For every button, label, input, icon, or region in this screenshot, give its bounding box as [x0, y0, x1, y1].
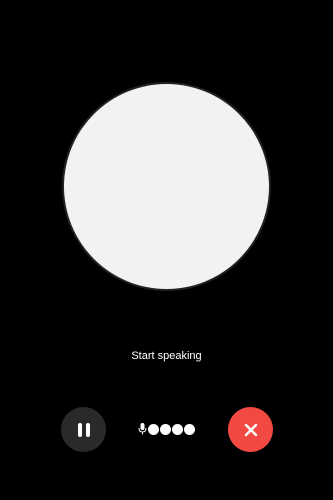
microphone-icon: [138, 423, 147, 435]
end-call-button[interactable]: [228, 407, 273, 452]
audio-level-dot: [184, 423, 195, 435]
audio-level-dot: [148, 423, 159, 435]
status-text: Start speaking: [131, 350, 202, 362]
pause-bar-left: [77, 422, 82, 437]
close-icon: [244, 423, 257, 436]
audio-level-dot: [160, 423, 171, 435]
audio-level-indicator: [138, 423, 195, 435]
call-controls: [0, 407, 333, 452]
pause-bar-right: [85, 422, 90, 437]
pause-button[interactable]: [61, 407, 106, 452]
audio-level-dot: [172, 423, 183, 435]
pause-icon: [77, 422, 90, 437]
speaking-orb: [64, 84, 269, 289]
